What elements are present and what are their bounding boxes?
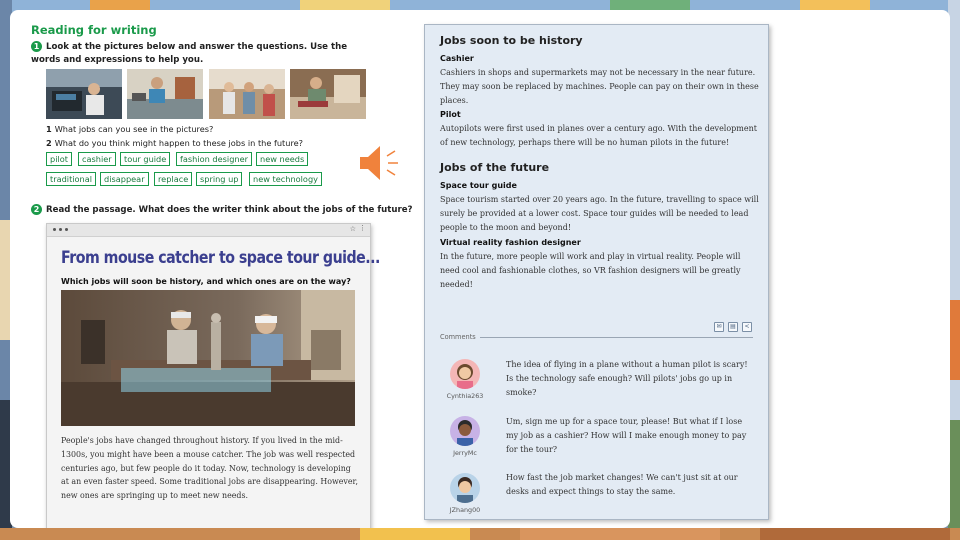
section-title: Reading for writing xyxy=(31,23,157,37)
sub-question-text: What jobs can you see in the pictures? xyxy=(54,124,214,134)
word-tag: fashion designer xyxy=(176,152,252,166)
space-heading: Space tour guide xyxy=(440,181,517,190)
browser-toolbar: ☆ ⋮ xyxy=(47,224,370,237)
window-dot xyxy=(65,228,68,231)
article-body: People's jobs have changed throughout hi… xyxy=(61,436,358,501)
word-tag: cashier xyxy=(78,152,116,166)
article-headline: From mouse catcher to space tour guide..… xyxy=(61,248,380,267)
speaker-icon[interactable] xyxy=(358,143,400,183)
picture-cashier xyxy=(127,69,203,119)
question-2: 2 Read the passage. What does the writer … xyxy=(31,204,413,215)
cashier-heading: Cashier xyxy=(440,54,474,63)
vr-text: In the future, more people will work and… xyxy=(440,252,741,289)
vr-workshop-photo xyxy=(61,290,355,426)
sub-question-number: 2 xyxy=(46,138,52,148)
share-icon[interactable]: < xyxy=(742,322,752,332)
comment-username: JZhang00 xyxy=(449,506,481,514)
article-subhead: Which jobs will soon be history, and whi… xyxy=(61,277,351,286)
comment-text: How fast the job market changes! We can'… xyxy=(506,473,738,496)
word-tag: new needs xyxy=(256,152,309,166)
pilot-heading: Pilot xyxy=(440,110,461,119)
word-tag: tour guide xyxy=(120,152,171,166)
menu-icon[interactable]: ⋮ xyxy=(359,224,366,232)
comments-divider xyxy=(480,337,753,338)
question-number: 2 xyxy=(31,204,42,215)
window-dot xyxy=(59,228,62,231)
cashier-text: Cashiers in shops and supermarkets may n… xyxy=(440,68,759,105)
avatar xyxy=(450,416,480,446)
word-tag: spring up xyxy=(196,172,243,186)
mail-icon[interactable]: ✉ xyxy=(714,322,724,332)
sub-question-text: What do you think might happen to these … xyxy=(54,138,304,148)
question-number: 1 xyxy=(31,41,42,52)
window-dot xyxy=(53,228,56,231)
picture-fashion-designer xyxy=(290,69,366,119)
word-tag: replace xyxy=(154,172,193,186)
vr-heading: Virtual reality fashion designer xyxy=(440,238,581,247)
print-icon[interactable]: ▤ xyxy=(728,322,738,332)
pilot-text: Autopilots were first used in planes ove… xyxy=(440,124,757,147)
space-text: Space tourism started over 20 years ago.… xyxy=(440,195,759,232)
future-section-title: Jobs of the future xyxy=(440,161,550,174)
avatar xyxy=(450,359,480,389)
avatar xyxy=(450,473,480,503)
article-browser-window: ☆ ⋮ From mouse catcher to space tour gui… xyxy=(46,223,380,528)
picture-pilot xyxy=(46,69,122,119)
sub-question-2: 2 What do you think might happen to these… xyxy=(46,138,303,148)
question-2-text: Read the passage. What does the writer t… xyxy=(46,205,413,215)
blog-post-card: Jobs soon to be history Cashier Cashiers… xyxy=(424,24,769,520)
word-tag: pilot xyxy=(46,152,72,166)
word-tag: disappear xyxy=(100,172,149,186)
comment-text: The idea of flying in a plane without a … xyxy=(506,360,748,397)
question-1-text: Look at the pictures below and answer th… xyxy=(31,42,348,65)
job-pictures xyxy=(46,69,366,119)
textbook-page: Reading for writing 1 Look at the picture… xyxy=(10,10,950,528)
comments-label: Comments xyxy=(440,333,476,341)
word-tag: new technology xyxy=(249,172,322,186)
star-icon[interactable]: ☆ xyxy=(350,225,356,233)
question-1: 1 Look at the pictures below and answer t… xyxy=(31,41,361,67)
sub-question-number: 1 xyxy=(46,124,52,134)
history-section-title: Jobs soon to be history xyxy=(440,34,583,47)
sub-question-1: 1 What jobs can you see in the pictures? xyxy=(46,124,213,134)
comment-text: Um, sign me up for a space tour, please!… xyxy=(506,417,747,454)
word-tag: traditional xyxy=(46,172,97,186)
comment-username: JerryMc xyxy=(453,449,477,457)
picture-tour-guide xyxy=(209,69,285,119)
comment-username: Cynthia263 xyxy=(446,392,484,400)
